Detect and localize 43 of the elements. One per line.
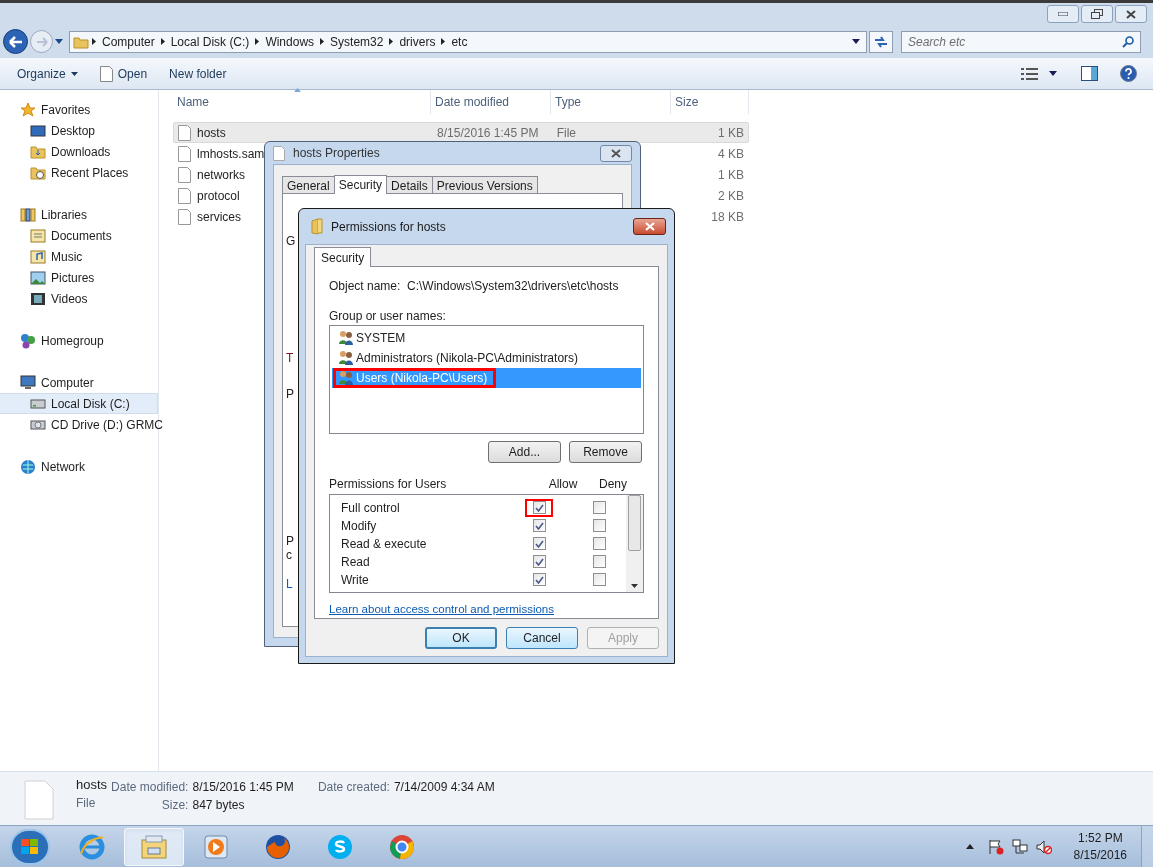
file-size: 1 KB: [718, 166, 744, 184]
user-name: SYSTEM: [356, 331, 406, 345]
file-size: 18 KB: [711, 208, 744, 226]
field-value: 7/14/2009 4:34 AM: [393, 780, 495, 794]
clipped-text: P: [286, 387, 294, 401]
file-name: protocol: [197, 187, 240, 205]
field-label: Date created:: [317, 780, 390, 794]
column-header: Deny: [598, 475, 628, 493]
field-value: 847 bytes: [192, 798, 246, 812]
clipped-text: c: [286, 548, 292, 562]
field-label: Group or user names:: [329, 309, 447, 323]
search-input: Search etc: [908, 32, 1122, 51]
field-label: Permissions for Users: [329, 475, 448, 493]
field-value: 8/15/2016 1:45 PM: [192, 780, 294, 794]
file-name: lmhosts.sam: [197, 145, 265, 163]
clipped-text: P: [286, 534, 294, 548]
file-type: File: [556, 125, 577, 140]
field-label: Size:: [160, 798, 189, 812]
permission-name: Full control: [341, 499, 401, 517]
user-name: Administrators (Nikola-PC\Administrators): [356, 351, 579, 365]
permission-name: Write: [341, 571, 370, 589]
field-label: Object name:: [329, 278, 402, 295]
user-name: Users (Nikola-PC\Users): [356, 371, 488, 385]
column-header: Allow: [547, 475, 579, 493]
permission-name: Read: [341, 553, 371, 571]
clipped-text: G: [286, 234, 296, 248]
file-name: networks: [197, 166, 246, 184]
file-name: hosts: [76, 778, 108, 792]
permission-name: Read & execute: [341, 535, 428, 553]
file-size: 1 KB: [718, 124, 744, 142]
field-label: Date modified:: [111, 780, 189, 794]
file-date: 8/15/2016 1:45 PM: [437, 125, 539, 140]
clipped-text: T: [286, 351, 294, 365]
permission-name: Modify: [341, 517, 378, 535]
object-name: C:\Windows\System32\drivers\etc\hosts: [407, 278, 619, 295]
dialog-title: hosts Properties: [293, 145, 380, 162]
file-size: 2 KB: [718, 187, 744, 205]
file-name: services: [197, 208, 241, 226]
clipped-text: L: [286, 577, 293, 591]
file-size: 4 KB: [718, 145, 744, 163]
dialog-title: Permissions for hosts: [331, 218, 446, 236]
file-type: File: [76, 796, 97, 810]
file-name: hosts: [197, 124, 226, 142]
